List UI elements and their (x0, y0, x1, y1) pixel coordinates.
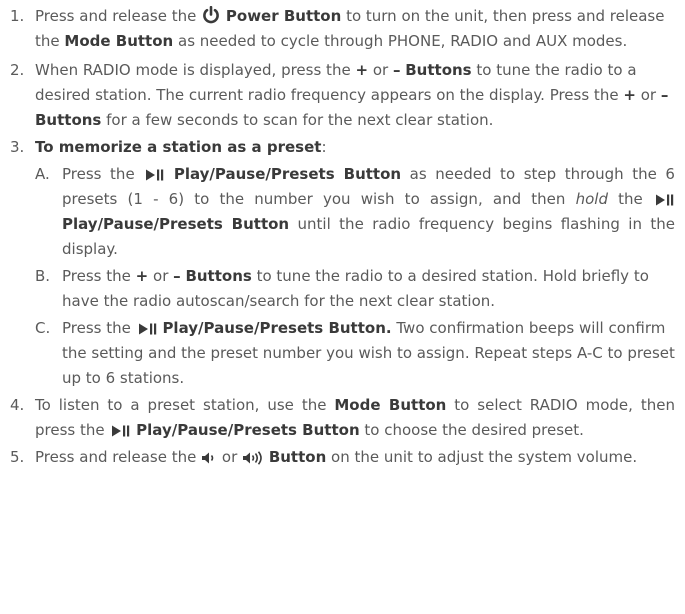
item-text: to choose the desired preset. (364, 421, 584, 439)
plus-symbol: + (135, 267, 149, 285)
item-number: 3. (10, 138, 25, 156)
plus-symbol: + (355, 61, 369, 79)
item-bold: Button (268, 448, 327, 466)
item-bold: Buttons (185, 267, 252, 285)
item-bold: Play/Pause/Presets Button (136, 421, 360, 439)
list-item: 2. When RADIO mode is displayed, press t… (10, 58, 675, 133)
plus-symbol: + (623, 86, 636, 104)
item-number: 5. (10, 448, 25, 466)
minus-symbol: – (173, 267, 181, 285)
list-item: 1. Press and release the Power Button to… (10, 4, 675, 54)
list-item: 3. To memorize a station as a preset: (10, 135, 675, 160)
item-text: or (640, 86, 657, 104)
item-text: : (321, 138, 327, 156)
item-text: Press and release the (35, 448, 197, 466)
volume-up-icon (242, 445, 264, 470)
item-text: or (153, 267, 169, 285)
item-text: Press and release the (35, 7, 197, 25)
item-emphasis: hold (575, 190, 608, 208)
sub-item-letter: A. (35, 165, 50, 183)
item-text: the (618, 190, 643, 208)
list-item: 5. Press and release the or Button on th… (10, 445, 675, 470)
item-bold: Buttons (405, 61, 472, 79)
play-pause-icon (143, 162, 165, 187)
item-text: for a few seconds to scan for the next c… (106, 111, 494, 129)
section-heading: To memorize a station as a preset (35, 138, 322, 156)
item-text: When RADIO mode is displayed, press the (35, 61, 351, 79)
item-text: or (221, 448, 238, 466)
item-number: 4. (10, 396, 25, 414)
item-bold: Power Button (225, 7, 342, 25)
minus-symbol: – (392, 61, 401, 79)
item-bold: Mode Button (64, 32, 174, 50)
item-text: as needed to cycle through PHONE, RADIO … (178, 32, 628, 50)
item-text: Press the (62, 319, 131, 337)
item-text: or (372, 61, 389, 79)
item-number: 2. (10, 61, 25, 79)
item-text: on the unit to adjust the system volume. (331, 448, 638, 466)
minus-symbol: – (660, 86, 669, 104)
item-text: To listen to a preset station, use the (35, 396, 327, 414)
sub-item-letter: C. (35, 319, 51, 337)
play-pause-icon (136, 316, 158, 341)
instructions-list: 1. Press and release the Power Button to… (0, 0, 685, 470)
play-pause-icon (653, 187, 675, 212)
sub-item: C. Press the Play/Pause/Presets Button. … (35, 316, 675, 391)
item-bold: Play/Pause/Presets Button (173, 165, 402, 183)
list-item: 4. To listen to a preset station, use th… (10, 393, 675, 443)
play-pause-icon (109, 418, 131, 443)
item-bold: Play/Pause/Presets Button (62, 215, 290, 233)
item-bold: Play/Pause/Presets Button. (162, 319, 392, 337)
power-icon (201, 4, 221, 29)
item-text: Press the (62, 267, 131, 285)
sub-item-letter: B. (35, 267, 51, 285)
item-bold: Mode Button (334, 396, 447, 414)
sub-item: A. Press the Play/Pause/Presets Button a… (35, 162, 675, 262)
item-text: to tune the radio to a desired station. … (62, 267, 649, 310)
volume-down-icon (201, 445, 217, 470)
item-number: 1. (10, 7, 25, 25)
item-text: Press the (62, 165, 135, 183)
sub-item: B. Press the + or – Buttons to tune the … (35, 264, 675, 314)
item-bold: Buttons (35, 111, 102, 129)
